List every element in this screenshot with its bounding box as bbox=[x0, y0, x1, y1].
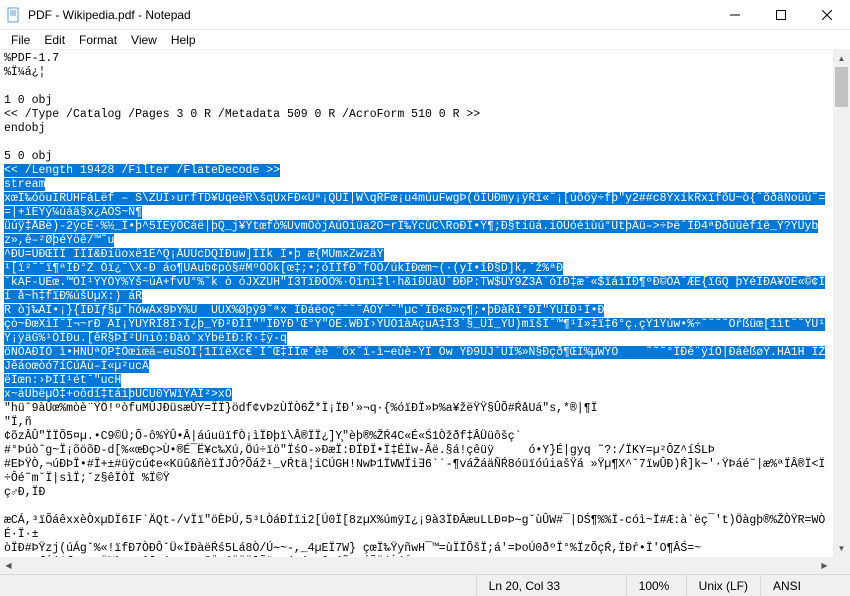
menu-bar: File Edit Format View Help bbox=[0, 30, 850, 50]
menu-help[interactable]: Help bbox=[164, 31, 203, 49]
menu-edit[interactable]: Edit bbox=[37, 31, 72, 49]
menu-view[interactable]: View bbox=[124, 31, 164, 49]
text-editor[interactable]: %PDF-1.7 %Ï¼á¿¦ 1 0 obj << /Type /Catalo… bbox=[0, 50, 850, 574]
text-before-selection: %PDF-1.7 %Ï¼á¿¦ 1 0 obj << /Type /Catalo… bbox=[4, 52, 480, 163]
maximize-button[interactable] bbox=[758, 0, 804, 30]
scroll-up-button[interactable]: ▲ bbox=[833, 50, 850, 67]
status-encoding: ANSI bbox=[760, 575, 850, 596]
scroll-right-button[interactable]: ▶ bbox=[816, 557, 833, 574]
menu-file[interactable]: File bbox=[4, 31, 37, 49]
title-bar: PDF - Wikipedia.pdf - Notepad bbox=[0, 0, 850, 30]
text-after-selection: "hüˆ9àÛœ%mòè¨ŸÖ!ºòfuMÛJÐüsæÛY=ÏÏ}ödf¢vÞz… bbox=[4, 402, 825, 574]
scroll-track[interactable] bbox=[833, 67, 850, 540]
status-bar: Ln 20, Col 33 100% Unix (LF) ANSI bbox=[0, 574, 850, 596]
scroll-left-button[interactable]: ◀ bbox=[0, 557, 17, 574]
vertical-scrollbar[interactable]: ▲ ▼ bbox=[833, 50, 850, 557]
window-controls bbox=[712, 0, 850, 29]
scroll-thumb[interactable] bbox=[835, 67, 848, 107]
editor-area: %PDF-1.7 %Ï¼á¿¦ 1 0 obj << /Type /Catalo… bbox=[0, 50, 850, 574]
status-position: Ln 20, Col 33 bbox=[476, 575, 626, 596]
horizontal-scrollbar[interactable]: ◀ ▶ bbox=[0, 557, 850, 574]
scroll-down-button[interactable]: ▼ bbox=[833, 540, 850, 557]
menu-format[interactable]: Format bbox=[72, 31, 124, 49]
window-title: PDF - Wikipedia.pdf - Notepad bbox=[28, 8, 712, 22]
notepad-icon bbox=[6, 7, 22, 23]
status-line-ending: Unix (LF) bbox=[686, 575, 760, 596]
status-zoom: 100% bbox=[626, 575, 686, 596]
text-selection: << /Length 19428 /Filter /FlateDecode >>… bbox=[4, 164, 825, 401]
close-button[interactable] bbox=[804, 0, 850, 30]
minimize-button[interactable] bbox=[712, 0, 758, 30]
